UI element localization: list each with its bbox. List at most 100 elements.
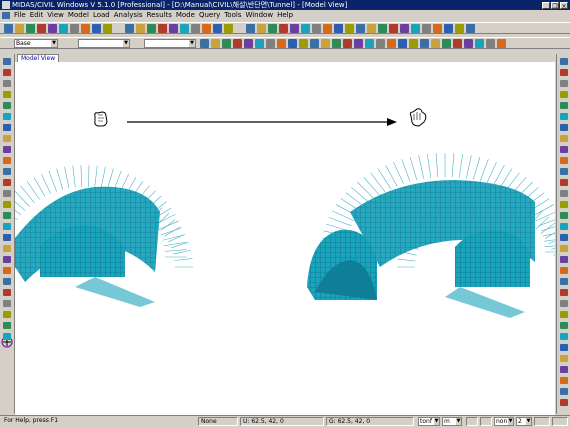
menu-file[interactable]: File — [14, 11, 26, 19]
toolbar-tool-icon[interactable] — [268, 24, 277, 33]
toolbar-tool-icon[interactable] — [497, 39, 506, 48]
side-tool-icon[interactable] — [3, 80, 11, 87]
side-tool-icon[interactable] — [560, 69, 568, 76]
side-tool-icon[interactable] — [3, 190, 11, 197]
side-tool-icon[interactable] — [3, 234, 11, 241]
toolbar-tool-icon[interactable] — [125, 24, 134, 33]
side-tool-icon[interactable] — [560, 311, 568, 318]
menu-window[interactable]: Window — [245, 11, 273, 19]
toolbar-tool-icon[interactable] — [334, 24, 343, 33]
side-tool-icon[interactable] — [560, 212, 568, 219]
toolbar-tool-icon[interactable] — [387, 39, 396, 48]
side-tool-icon[interactable] — [560, 124, 568, 131]
toolbar-tool-icon[interactable] — [169, 24, 178, 33]
unit-combo[interactable]: Base▼ — [14, 39, 58, 48]
status-icon-4[interactable] — [552, 417, 568, 426]
side-tool-icon[interactable] — [3, 157, 11, 164]
side-tool-icon[interactable] — [560, 366, 568, 373]
toolbar-tool-icon[interactable] — [345, 24, 354, 33]
view-mode-combo[interactable]: non▼ — [494, 417, 514, 426]
toolbar-tool-icon[interactable] — [321, 39, 330, 48]
toolbar-tool-icon[interactable] — [400, 24, 409, 33]
toolbar-tool-icon[interactable] — [444, 24, 453, 33]
toolbar-tool-icon[interactable] — [103, 24, 112, 33]
side-tool-icon[interactable] — [3, 102, 11, 109]
status-icon-3[interactable] — [534, 417, 550, 426]
toolbar-tool-icon[interactable] — [202, 24, 211, 33]
toolbar-tool-icon[interactable] — [37, 24, 46, 33]
filter-combo[interactable]: ▼ — [78, 39, 130, 48]
toolbar-tool-icon[interactable] — [277, 39, 286, 48]
toolbar-tool-icon[interactable] — [233, 39, 242, 48]
toolbar-tool-icon[interactable] — [376, 39, 385, 48]
toolbar-tool-icon[interactable] — [70, 24, 79, 33]
toolbar-tool-icon[interactable] — [246, 24, 255, 33]
toolbar-tool-icon[interactable] — [211, 39, 220, 48]
toolbar-tool-icon[interactable] — [48, 24, 57, 33]
side-tool-icon[interactable] — [3, 135, 11, 142]
toolbar-tool-icon[interactable] — [332, 39, 341, 48]
menu-mode[interactable]: Mode — [176, 11, 195, 19]
toolbar-tool-icon[interactable] — [367, 24, 376, 33]
minimize-button[interactable]: _ — [542, 2, 550, 9]
toolbar-tool-icon[interactable] — [158, 24, 167, 33]
side-tool-icon[interactable] — [560, 278, 568, 285]
toolbar-tool-icon[interactable] — [365, 39, 374, 48]
app-icon[interactable] — [2, 1, 10, 9]
side-tool-icon[interactable] — [3, 289, 11, 296]
toolbar-tool-icon[interactable] — [59, 24, 68, 33]
toolbar-tool-icon[interactable] — [15, 24, 24, 33]
toolbar-tool-icon[interactable] — [453, 39, 462, 48]
side-tool-icon[interactable] — [560, 58, 568, 65]
side-tool-icon[interactable] — [560, 168, 568, 175]
menu-help[interactable]: Help — [277, 11, 293, 19]
toolbar-tool-icon[interactable] — [299, 39, 308, 48]
side-tool-icon[interactable] — [3, 91, 11, 98]
side-tool-icon[interactable] — [560, 157, 568, 164]
toolbar-tool-icon[interactable] — [255, 39, 264, 48]
side-tool-icon[interactable] — [3, 113, 11, 120]
toolbar-tool-icon[interactable] — [431, 39, 440, 48]
toolbar-tool-icon[interactable] — [442, 39, 451, 48]
side-tool-icon[interactable] — [3, 69, 11, 76]
side-tool-icon[interactable] — [560, 344, 568, 351]
side-tool-icon[interactable] — [3, 311, 11, 318]
side-tool-icon[interactable] — [560, 377, 568, 384]
menu-edit[interactable]: Edit — [30, 11, 44, 19]
side-tool-icon[interactable] — [3, 58, 11, 65]
status-icon-1[interactable] — [466, 417, 478, 426]
force-unit-combo[interactable]: tonf▼ — [418, 417, 440, 426]
toolbar-tool-icon[interactable] — [475, 39, 484, 48]
side-tool-icon[interactable] — [560, 113, 568, 120]
toolbar-tool-icon[interactable] — [224, 24, 233, 33]
toolbar-tool-icon[interactable] — [147, 24, 156, 33]
toolbar-tool-icon[interactable] — [312, 24, 321, 33]
side-tool-icon[interactable] — [560, 355, 568, 362]
side-tool-icon[interactable] — [3, 322, 11, 329]
menu-results[interactable]: Results — [147, 11, 172, 19]
toolbar-tool-icon[interactable] — [486, 39, 495, 48]
toolbar-tool-icon[interactable] — [466, 24, 475, 33]
toolbar-tool-icon[interactable] — [354, 39, 363, 48]
side-tool-icon[interactable] — [3, 223, 11, 230]
side-tool-icon[interactable] — [560, 80, 568, 87]
toolbar-tool-icon[interactable] — [411, 24, 420, 33]
side-tool-icon[interactable] — [560, 201, 568, 208]
side-tool-icon[interactable] — [3, 267, 11, 274]
side-tool-icon[interactable] — [560, 289, 568, 296]
side-tool-icon[interactable] — [560, 102, 568, 109]
status-icon-2[interactable] — [480, 417, 492, 426]
toolbar-tool-icon[interactable] — [389, 24, 398, 33]
toolbar-tool-icon[interactable] — [180, 24, 189, 33]
side-tool-icon[interactable] — [560, 91, 568, 98]
menu-tools[interactable]: Tools — [224, 11, 241, 19]
toolbar-tool-icon[interactable] — [244, 39, 253, 48]
side-tool-icon[interactable] — [3, 245, 11, 252]
toolbar-tool-icon[interactable] — [323, 24, 332, 33]
toolbar-tool-icon[interactable] — [191, 24, 200, 33]
side-tool-icon[interactable] — [560, 256, 568, 263]
toolbar-tool-icon[interactable] — [290, 24, 299, 33]
toolbar-tool-icon[interactable] — [420, 39, 429, 48]
menu-view[interactable]: View — [47, 11, 64, 19]
toolbar-tool-icon[interactable] — [398, 39, 407, 48]
